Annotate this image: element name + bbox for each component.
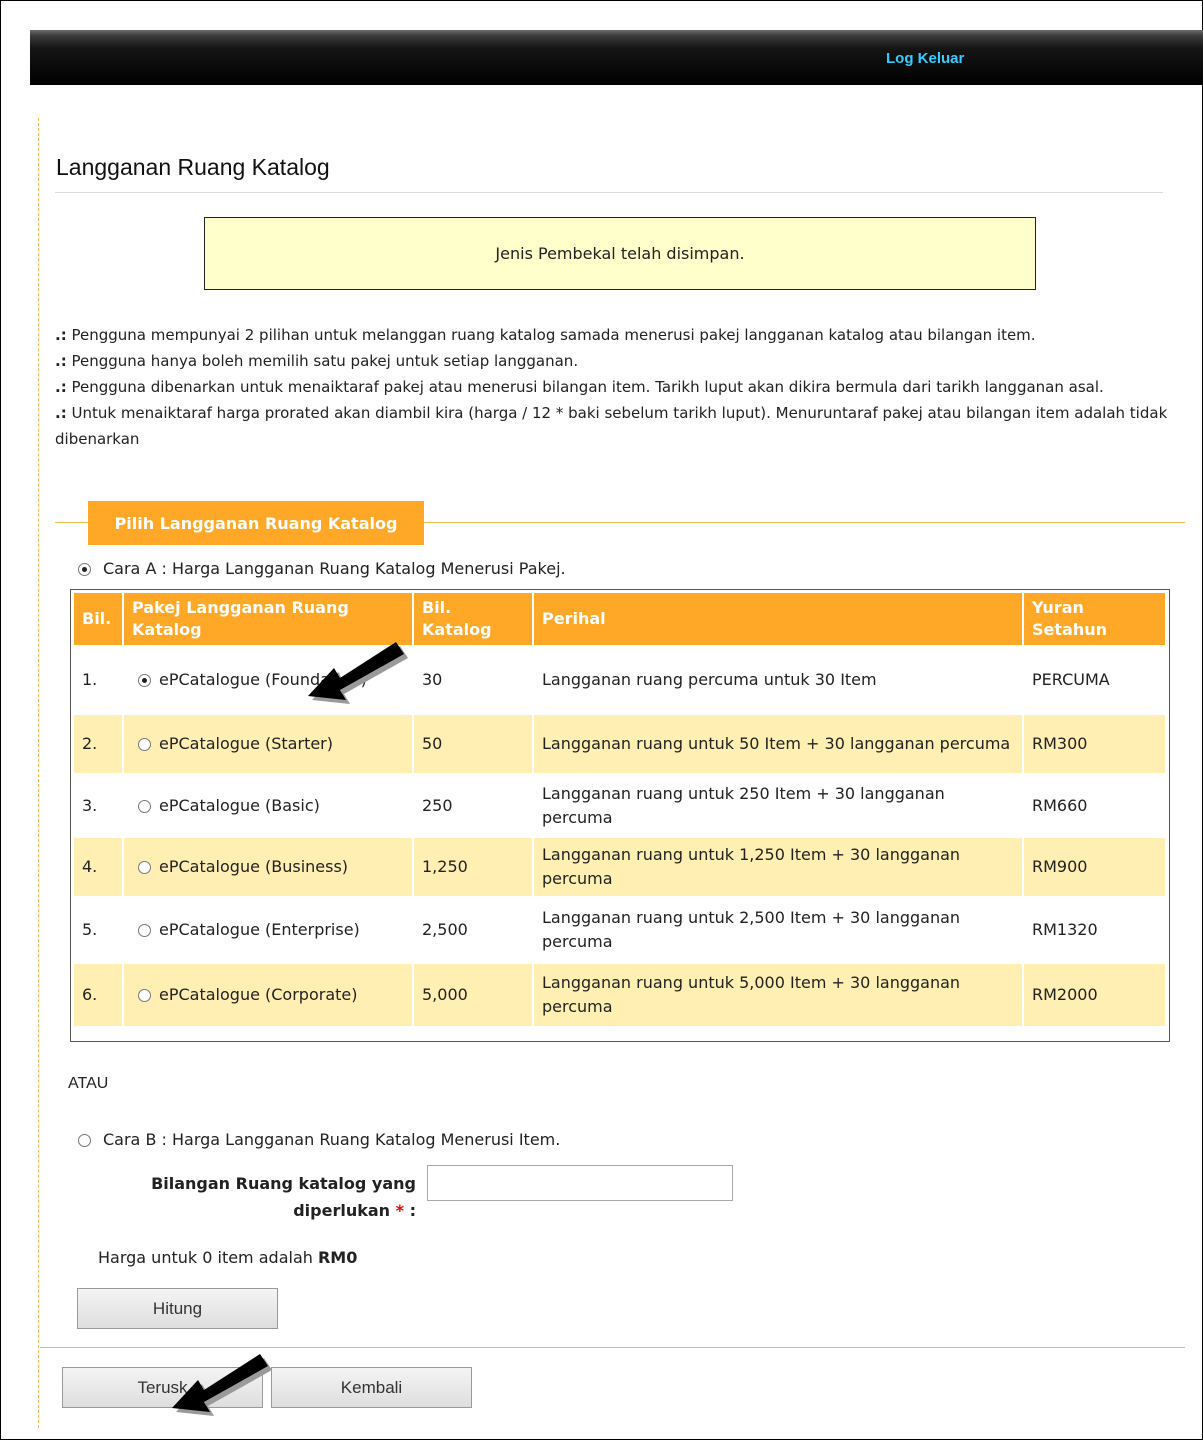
annotation-arrow-icon xyxy=(308,642,408,704)
row-no: 1. xyxy=(74,645,124,713)
logout-link[interactable]: Log Keluar xyxy=(886,50,964,67)
package-radio[interactable] xyxy=(138,738,151,751)
row-description: Langganan ruang percuma untuk 30 Item xyxy=(534,645,1024,713)
package-label: ePCatalogue (Starter) xyxy=(159,734,333,753)
col-header-no: Bil. xyxy=(74,593,124,645)
table-row[interactable]: 4. ePCatalogue (Business) 1,250 Langgana… xyxy=(74,836,1167,896)
note-item: .: Untuk menaiktaraf harga prorated akan… xyxy=(55,404,1168,448)
row-package[interactable]: ePCatalogue (Business) xyxy=(124,836,414,896)
row-count: 1,250 xyxy=(414,836,534,896)
row-fee: PERCUMA xyxy=(1024,645,1167,713)
table-row[interactable]: 3. ePCatalogue (Basic) 250 Langganan rua… xyxy=(74,773,1167,836)
package-table-container: Bil. Pakej Langganan Ruang Katalog Bil. … xyxy=(70,589,1170,1042)
section-divider-right xyxy=(424,522,1185,523)
package-label: ePCatalogue (Corporate) xyxy=(159,985,358,1004)
row-no: 6. xyxy=(74,962,124,1026)
package-label: ePCatalogue (Enterprise) xyxy=(159,920,360,939)
row-fee: RM2000 xyxy=(1024,962,1167,1026)
annotation-arrow-icon xyxy=(172,1354,272,1416)
row-description: Langganan ruang untuk 250 Item + 30 lang… xyxy=(534,773,1024,836)
row-package[interactable]: ePCatalogue (Starter) xyxy=(124,713,414,773)
page-title: Langganan Ruang Katalog xyxy=(56,154,330,180)
row-description: Langganan ruang untuk 1,250 Item + 30 la… xyxy=(534,836,1024,896)
row-description: Langganan ruang untuk 50 Item + 30 langg… xyxy=(534,713,1024,773)
title-divider xyxy=(55,192,1163,193)
table-row[interactable]: 1. ePCatalogue (Foundation) 30 Langganan… xyxy=(74,645,1167,713)
option-b-radio[interactable] xyxy=(78,1134,91,1147)
package-radio[interactable] xyxy=(138,799,151,813)
option-b-label: Cara B : Harga Langganan Ruang Katalog M… xyxy=(103,1130,561,1149)
row-no: 5. xyxy=(74,896,124,962)
catalog-count-label: Bilangan Ruang katalog yang diperlukan *… xyxy=(151,1174,416,1220)
row-package[interactable]: ePCatalogue (Corporate) xyxy=(124,962,414,1026)
table-row[interactable]: 5. ePCatalogue (Enterprise) 2,500 Langga… xyxy=(74,896,1167,962)
option-b[interactable]: Cara B : Harga Langganan Ruang Katalog M… xyxy=(78,1130,560,1149)
col-header-description: Perihal xyxy=(534,593,1024,645)
row-fee: RM1320 xyxy=(1024,896,1167,962)
section-divider-left xyxy=(55,522,88,523)
col-header-fee: Yuran Setahun xyxy=(1024,593,1167,645)
top-bar xyxy=(30,30,1203,85)
catalog-count-input[interactable] xyxy=(427,1165,733,1201)
price-summary: Harga untuk 0 item adalah RM0 xyxy=(98,1248,358,1267)
option-a-radio[interactable] xyxy=(78,563,91,576)
col-header-count: Bil. Katalog xyxy=(414,593,534,645)
package-radio[interactable] xyxy=(138,861,151,874)
section-legend: Pilih Langganan Ruang Katalog xyxy=(88,501,424,545)
row-fee: RM900 xyxy=(1024,836,1167,896)
row-no: 2. xyxy=(74,713,124,773)
success-notice: Jenis Pembekal telah disimpan. xyxy=(204,217,1036,290)
row-no: 3. xyxy=(74,773,124,836)
package-radio[interactable] xyxy=(138,924,151,937)
left-dashed-guide xyxy=(38,118,39,1428)
col-header-package: Pakej Langganan Ruang Katalog xyxy=(124,593,414,645)
row-description: Langganan ruang untuk 2,500 Item + 30 la… xyxy=(534,896,1024,962)
row-count: 50 xyxy=(414,713,534,773)
bottom-divider xyxy=(40,1347,1185,1348)
back-button[interactable]: Kembali xyxy=(271,1367,472,1408)
table-row[interactable]: 6. ePCatalogue (Corporate) 5,000 Langgan… xyxy=(74,962,1167,1026)
calculate-button[interactable]: Hitung xyxy=(77,1288,278,1329)
row-count: 5,000 xyxy=(414,962,534,1026)
row-package[interactable]: ePCatalogue (Enterprise) xyxy=(124,896,414,962)
note-item: .: Pengguna mempunyai 2 pilihan untuk me… xyxy=(55,326,1036,344)
package-label: ePCatalogue (Business) xyxy=(159,857,349,876)
row-description: Langganan ruang untuk 5,000 Item + 30 la… xyxy=(534,962,1024,1026)
package-radio[interactable] xyxy=(138,674,151,687)
row-package[interactable]: ePCatalogue (Basic) xyxy=(124,773,414,836)
row-count: 250 xyxy=(414,773,534,836)
row-count: 30 xyxy=(414,645,534,713)
instruction-notes: .: Pengguna mempunyai 2 pilihan untuk me… xyxy=(55,322,1195,452)
package-table: Bil. Pakej Langganan Ruang Katalog Bil. … xyxy=(74,593,1167,1026)
or-label: ATAU xyxy=(68,1075,109,1092)
note-item: .: Pengguna dibenarkan untuk menaiktaraf… xyxy=(55,378,1104,396)
notice-message: Jenis Pembekal telah disimpan. xyxy=(495,244,745,263)
row-fee: RM300 xyxy=(1024,713,1167,773)
option-a[interactable]: Cara A : Harga Langganan Ruang Katalog M… xyxy=(78,559,566,578)
package-label: ePCatalogue (Basic) xyxy=(159,795,320,815)
required-marker: * xyxy=(395,1201,405,1220)
row-fee: RM660 xyxy=(1024,773,1167,836)
table-row[interactable]: 2. ePCatalogue (Starter) 50 Langganan ru… xyxy=(74,713,1167,773)
note-item: .: Pengguna hanya boleh memilih satu pak… xyxy=(55,352,579,370)
row-no: 4. xyxy=(74,836,124,896)
package-radio[interactable] xyxy=(138,989,151,1002)
row-count: 2,500 xyxy=(414,896,534,962)
price-value: RM0 xyxy=(317,1248,358,1267)
option-a-label: Cara A : Harga Langganan Ruang Katalog M… xyxy=(103,559,566,578)
